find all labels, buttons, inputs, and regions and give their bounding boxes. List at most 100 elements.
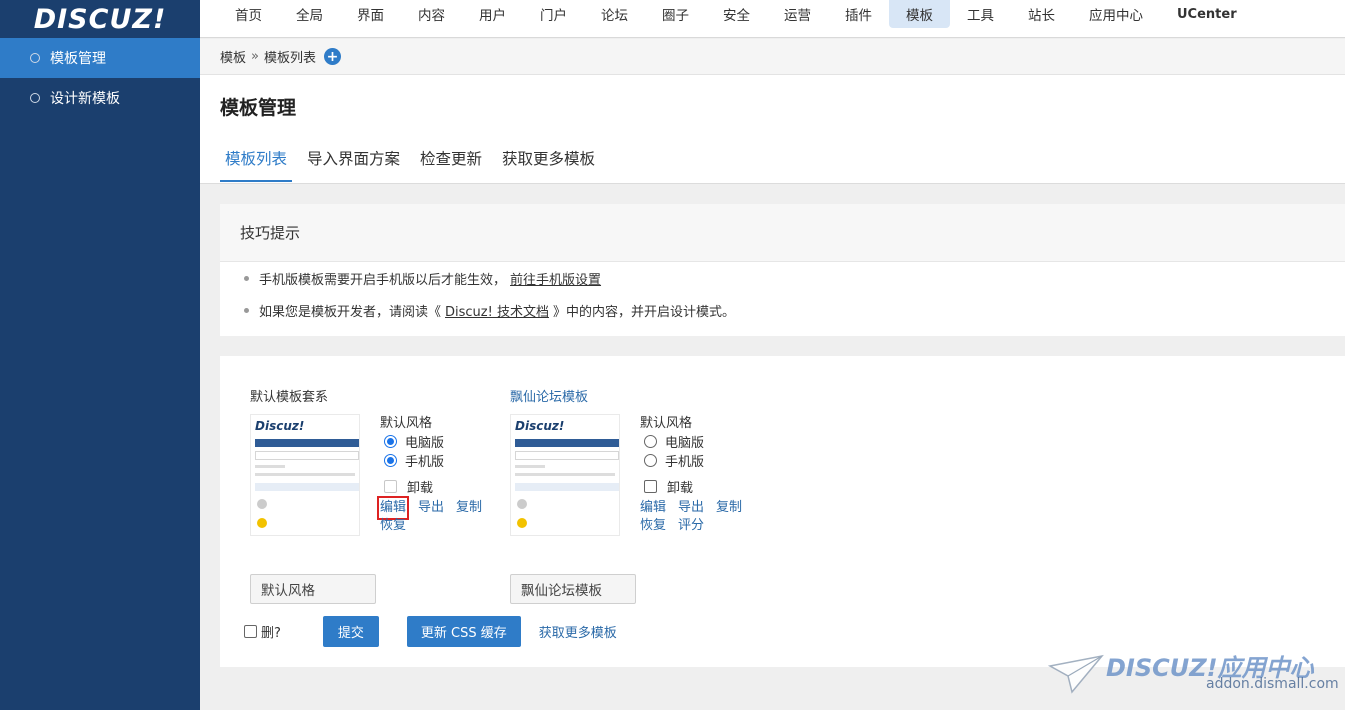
copy-link[interactable]: 复制	[716, 499, 742, 517]
nav-item-app-center[interactable]: 应用中心	[1072, 0, 1160, 28]
export-link[interactable]: 导出	[678, 499, 704, 517]
page-title: 模板管理	[220, 97, 297, 119]
pc-radio-row[interactable]: 电脑版	[380, 432, 510, 451]
delete-checkbox[interactable]	[244, 625, 257, 638]
tab-get-more[interactable]: 获取更多模板	[497, 143, 600, 182]
template-title-link[interactable]: 飘仙论坛模板	[510, 386, 588, 405]
nav-item-content[interactable]: 内容	[401, 0, 462, 28]
thumb-line	[255, 465, 285, 468]
thumb-search-box	[515, 451, 619, 460]
watermark-url: addon.dismall.com	[1206, 676, 1339, 692]
pc-radio-row[interactable]: 电脑版	[640, 432, 770, 451]
add-icon[interactable]: +	[324, 48, 341, 65]
template-thumbnail[interactable]: Discuz!	[510, 414, 620, 536]
template-links: 编辑 导出 复制 恢复	[376, 496, 500, 535]
breadcrumb-current: 模板列表	[263, 51, 316, 66]
edit-link[interactable]: 编辑	[376, 496, 410, 520]
tip-text: 手机版模板需要开启手机版以后才能生效，	[259, 272, 507, 288]
nav-item-operations[interactable]: 运营	[767, 0, 828, 28]
template-options: 默认风格 电脑版 手机版 卸载 编辑 导出 复制 恢复 评分	[640, 412, 770, 535]
tab-import-scheme[interactable]: 导入界面方案	[302, 143, 405, 182]
nav-item-plugins[interactable]: 插件	[828, 0, 889, 28]
thumb-avatar	[517, 518, 527, 528]
pc-radio[interactable]	[644, 435, 657, 448]
nav-item-portal[interactable]: 门户	[523, 0, 584, 28]
bullet-icon	[244, 307, 249, 313]
thumb-line	[515, 465, 545, 468]
pc-label: 电脑版	[405, 436, 445, 451]
mobile-radio[interactable]	[384, 454, 397, 467]
mobile-radio-row[interactable]: 手机版	[640, 451, 770, 470]
circle-icon	[30, 93, 40, 103]
nav-item-tools[interactable]: 工具	[950, 0, 1011, 28]
delete-label: 删?	[261, 626, 281, 641]
thumb-logo: Discuz!	[515, 419, 565, 433]
thumb-section-bar	[515, 483, 619, 491]
tech-docs-link[interactable]: Discuz! 技术文档	[445, 301, 549, 320]
template-title: 默认模板套系	[250, 390, 329, 405]
tab-template-list[interactable]: 模板列表	[220, 143, 293, 182]
sidebar-item-design-template[interactable]: 设计新模板	[0, 78, 200, 118]
mobile-radio[interactable]	[644, 454, 657, 467]
template-options: 默认风格 电脑版 手机版 卸载 编辑 导出 复制 恢复	[376, 412, 510, 535]
thumb-search-box	[255, 451, 359, 460]
tab-check-update[interactable]: 检查更新	[415, 143, 487, 182]
thumb-avatar	[257, 518, 267, 528]
uninstall-label: 卸载	[667, 480, 694, 496]
tip-text: 如果您是模板开发者，请阅读《	[259, 304, 442, 320]
tips-panel: 技巧提示 手机版模板需要开启手机版以后才能生效， 前往手机版设置 如果您是模板开…	[220, 204, 1345, 336]
mobile-radio-row[interactable]: 手机版	[380, 451, 510, 470]
restore-link[interactable]: 恢复	[640, 517, 666, 535]
restore-link[interactable]: 恢复	[380, 517, 406, 535]
nav-item-interface[interactable]: 界面	[340, 0, 401, 28]
thumb-nav-bar	[255, 439, 359, 447]
nav-item-users[interactable]: 用户	[462, 0, 523, 28]
template-list-panel: 默认模板套系 Discuz! 默认风格 电脑版 手机版 卸载 编辑 导出 复制 …	[220, 356, 1345, 667]
thumb-section-bar	[255, 483, 359, 491]
top-nav: 首页 全局 界面 内容 用户 门户 论坛 圈子 安全 运营 插件 模板 工具 站…	[200, 0, 1345, 38]
tip-text: 》中的内容，并开启设计模式。	[552, 304, 735, 320]
style-label: 默认风格	[380, 416, 433, 431]
mobile-settings-link[interactable]: 前往手机版设置	[510, 269, 601, 288]
pc-radio[interactable]	[384, 435, 397, 448]
nav-item-home[interactable]: 首页	[218, 0, 279, 28]
rate-link[interactable]: 评分	[678, 517, 704, 535]
tab-bar: 模板列表 导入界面方案 检查更新 获取更多模板	[220, 143, 610, 182]
uninstall-checkbox	[384, 479, 397, 493]
update-css-cache-button[interactable]: 更新 CSS 缓存	[406, 616, 521, 647]
submit-button[interactable]: 提交	[322, 616, 379, 647]
nav-item-ucenter[interactable]: UCenter	[1160, 0, 1254, 28]
template-name-input[interactable]: 默认风格	[250, 574, 376, 604]
bullet-icon	[244, 275, 249, 281]
discuz-logo[interactable]: DISCUZ!	[0, 0, 200, 38]
breadcrumb-root[interactable]: 模板	[220, 47, 246, 66]
nav-item-templates[interactable]: 模板	[889, 0, 950, 28]
thumb-line	[255, 473, 355, 476]
uninstall-checkbox[interactable]	[644, 479, 657, 493]
breadcrumb: 模板 » 模板列表 +	[200, 39, 1345, 75]
mobile-label: 手机版	[405, 455, 445, 470]
sidebar-item-label: 设计新模板	[50, 91, 120, 107]
sidebar-item-template-manage[interactable]: 模板管理	[0, 38, 200, 78]
paper-plane-icon	[1048, 654, 1104, 694]
export-link[interactable]: 导出	[418, 499, 444, 517]
template-thumbnail[interactable]: Discuz!	[250, 414, 360, 536]
edit-link[interactable]: 编辑	[640, 499, 666, 517]
copy-link[interactable]: 复制	[456, 499, 482, 517]
nav-item-webmaster[interactable]: 站长	[1011, 0, 1072, 28]
get-more-templates-link[interactable]: 获取更多模板	[539, 622, 617, 641]
template-name-input[interactable]: 飘仙论坛模板	[510, 574, 636, 604]
tip-item: 手机版模板需要开启手机版以后才能生效， 前往手机版设置	[220, 262, 1345, 294]
tip-item: 如果您是模板开发者，请阅读《 Discuz! 技术文档 》中的内容，并开启设计模…	[220, 294, 1345, 326]
nav-item-global[interactable]: 全局	[279, 0, 340, 28]
uninstall-label: 卸载	[407, 480, 434, 496]
nav-item-forum[interactable]: 论坛	[584, 0, 645, 28]
thumb-avatar	[517, 499, 527, 509]
thumb-avatar	[257, 499, 267, 509]
nav-item-security[interactable]: 安全	[706, 0, 767, 28]
thumb-line	[515, 473, 615, 476]
nav-item-groups[interactable]: 圈子	[645, 0, 706, 28]
sidebar-item-label: 模板管理	[50, 51, 106, 67]
template-card: 默认模板套系 Discuz! 默认风格 电脑版 手机版 卸载 编辑 导出 复制 …	[250, 386, 482, 604]
template-links: 编辑 导出 复制 恢复 评分	[640, 499, 760, 535]
